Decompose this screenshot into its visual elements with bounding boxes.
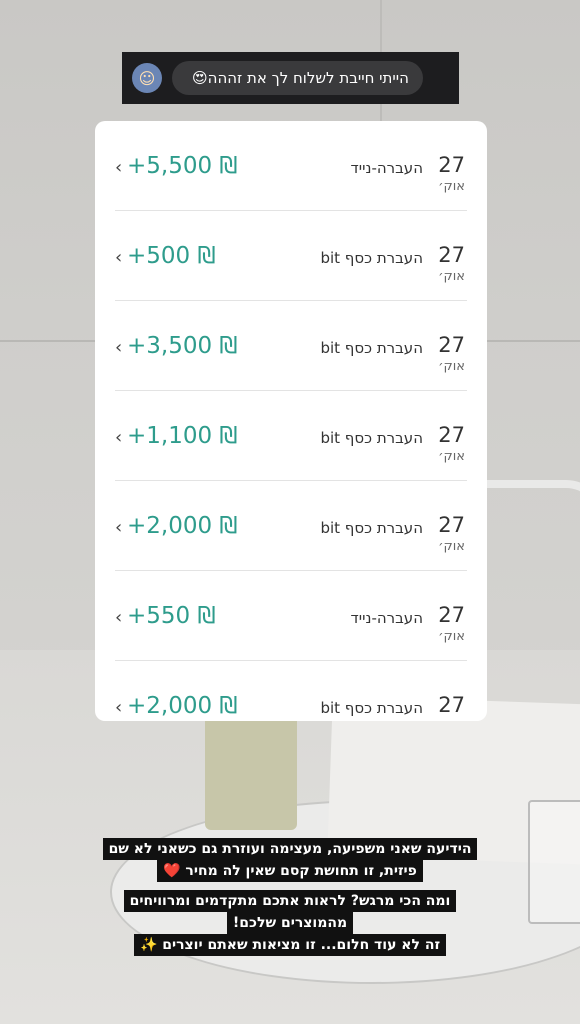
caption-line: זה לא עוד חלום... זו מציאות שאתם יוצרים … — [133, 934, 447, 956]
transaction-row[interactable]: 27 אוק׳ העברת כסף bit +3,500 ₪ ‹ — [115, 301, 467, 391]
transaction-day: 27 — [438, 513, 465, 537]
transaction-row[interactable]: 27 אוק׳ העברת כסף bit +2,000 ₪ ‹ — [115, 481, 467, 571]
chevron-left-icon[interactable]: ‹ — [115, 607, 122, 628]
coffee-cup — [205, 715, 297, 830]
chevron-left-icon[interactable]: ‹ — [115, 427, 122, 448]
transactions-card: 27 אוק׳ העברה-נייד +5,500 ₪ ‹ 27 אוק׳ הע… — [95, 121, 487, 721]
caption-line: מהמוצרים שלכם! — [226, 912, 354, 934]
transaction-row[interactable]: 27 אוק׳ העברה-נייד +5,500 ₪ ‹ — [115, 121, 467, 211]
avatar-icon[interactable]: ☺ — [132, 63, 162, 93]
transaction-amount: +550 ₪ — [127, 603, 216, 629]
reply-text: הייתי חייבת לשלוח לך את זההה — [207, 69, 409, 87]
transaction-label: העברת כסף bit — [320, 519, 423, 537]
caption-line: ומה הכי מרגש? לראות אתכם מתקדמים ומרוויח… — [123, 890, 457, 912]
transaction-month: אוק׳ — [438, 629, 465, 644]
caption-block-1: הידיעה שאני משפיעה, מעצימה ועוזרת גם כשא… — [0, 838, 580, 882]
transaction-amount: +1,100 ₪ — [127, 423, 238, 449]
transaction-row[interactable]: 27 אוק׳ העברת כסף bit +500 ₪ ‹ — [115, 211, 467, 301]
transaction-amount: +3,500 ₪ — [127, 333, 238, 359]
transaction-row[interactable]: 27 אוק׳ העברת כסף bit +1,100 ₪ ‹ — [115, 391, 467, 481]
transaction-amount: +2,000 ₪ — [127, 513, 238, 539]
transaction-label: העברת כסף bit — [320, 699, 423, 717]
chevron-left-icon[interactable]: ‹ — [115, 157, 122, 178]
caption-line: הידיעה שאני משפיעה, מעצימה ועוזרת גם כשא… — [102, 838, 478, 860]
transaction-row[interactable]: 27 אוק׳ העברה-נייד +550 ₪ ‹ — [115, 571, 467, 661]
transaction-month: אוק׳ — [438, 179, 465, 194]
transaction-label: העברה-נייד — [350, 609, 423, 627]
transaction-amount: +2,000 ₪ — [127, 693, 238, 719]
transaction-day: 27 — [438, 603, 465, 627]
reply-bubble[interactable]: הייתי חייבת לשלוח לך את זההה 😍 — [172, 61, 423, 95]
story-reply-header: ☺ הייתי חייבת לשלוח לך את זההה 😍 — [122, 52, 459, 104]
transaction-amount: +500 ₪ — [127, 243, 216, 269]
transaction-day: 27 — [438, 243, 465, 267]
transaction-month: אוק׳ — [438, 539, 465, 554]
transaction-day: 27 — [438, 153, 465, 177]
transaction-label: העברה-נייד — [350, 159, 423, 177]
transaction-amount: +5,500 ₪ — [127, 153, 238, 179]
transaction-day: 27 — [438, 423, 465, 447]
transaction-day: 27 — [438, 693, 465, 717]
transaction-month: אוק׳ — [438, 449, 465, 464]
transaction-row[interactable]: 27 העברת כסף bit +2,000 ₪ ‹ — [115, 661, 467, 721]
transaction-month: אוק׳ — [438, 269, 465, 284]
chevron-left-icon[interactable]: ‹ — [115, 697, 122, 718]
chevron-left-icon[interactable]: ‹ — [115, 247, 122, 268]
caption-line: פיזית, זו תחושת קסם שאין לה מחיר ❤️ — [157, 860, 423, 882]
chevron-left-icon[interactable]: ‹ — [115, 517, 122, 538]
caption-block-2: ומה הכי מרגש? לראות אתכם מתקדמים ומרוויח… — [0, 890, 580, 956]
transaction-month: אוק׳ — [438, 359, 465, 374]
chevron-left-icon[interactable]: ‹ — [115, 337, 122, 358]
transaction-label: העברת כסף bit — [320, 429, 423, 447]
transaction-day: 27 — [438, 333, 465, 357]
transaction-label: העברת כסף bit — [320, 339, 423, 357]
transaction-label: העברת כסף bit — [320, 249, 423, 267]
heart-eyes-emoji-icon: 😍 — [192, 69, 208, 87]
